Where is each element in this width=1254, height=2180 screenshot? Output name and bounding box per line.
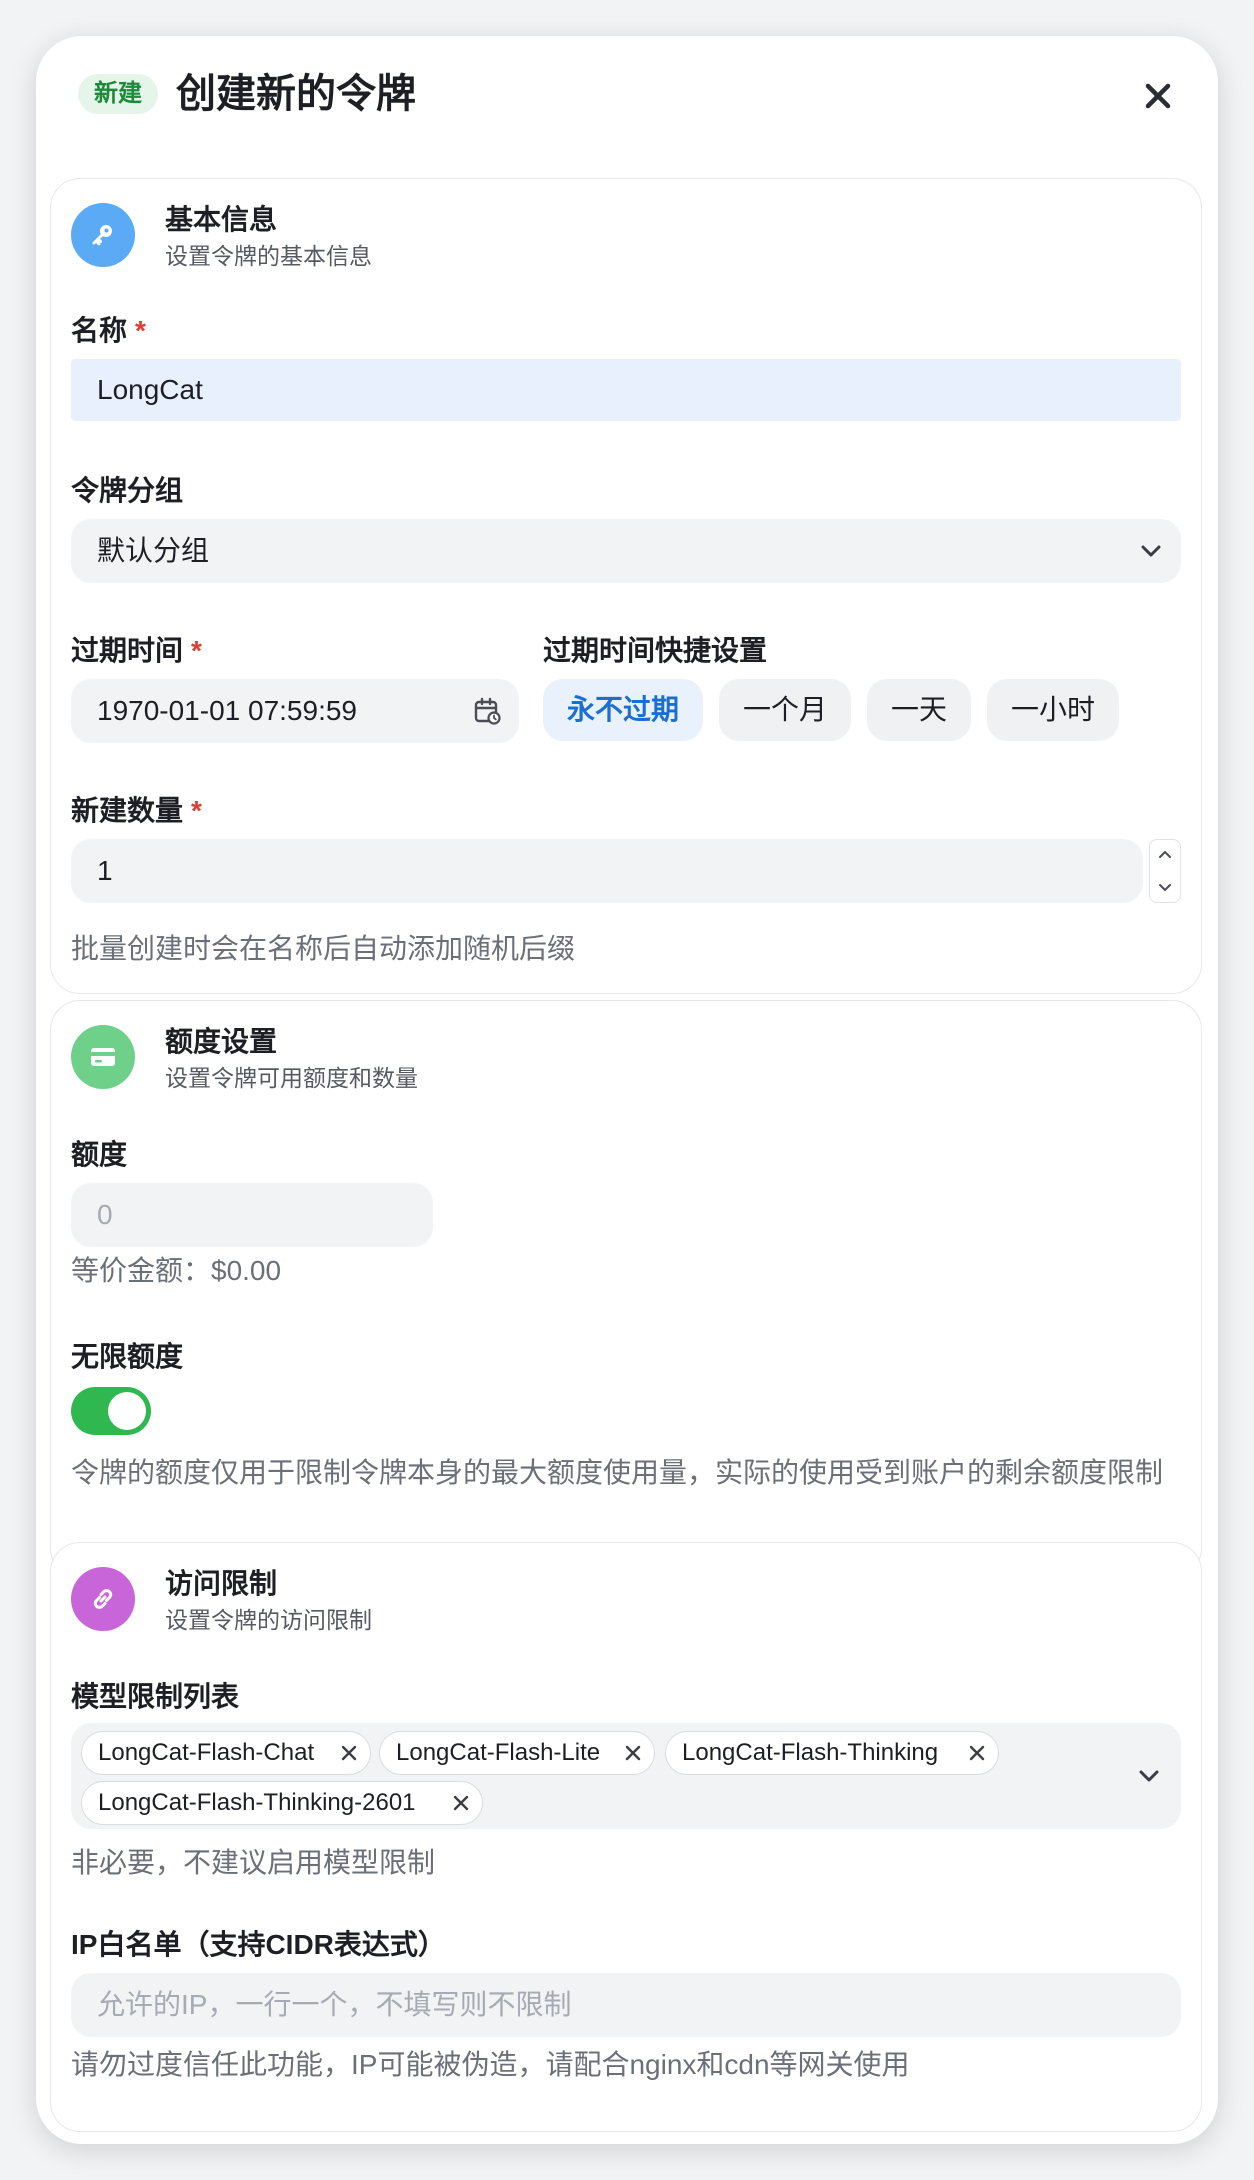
quota-label: 额度 xyxy=(71,1139,128,1170)
credit-card-icon xyxy=(71,1025,135,1089)
count-input[interactable]: 1 xyxy=(71,839,1143,903)
models-hint: 非必要，不建议启用模型限制 xyxy=(71,1847,436,1878)
chevron-up-icon[interactable] xyxy=(1156,846,1174,864)
group-label: 令牌分组 xyxy=(71,475,184,506)
expire-datetime-input[interactable]: 1970-01-01 07:59:59 xyxy=(71,679,519,743)
key-icon xyxy=(71,203,135,267)
stepper-icon[interactable] xyxy=(1149,839,1181,903)
unlimited-label: 无限额度 xyxy=(71,1341,184,1372)
one-day-button[interactable]: 一天 xyxy=(867,679,971,741)
equivalent-amount: 等价金额：$0.00 xyxy=(71,1255,282,1286)
close-small-icon[interactable] xyxy=(450,1792,472,1814)
model-tag: LongCat-Flash-Thinking-2601 xyxy=(81,1781,483,1825)
modal-title: 创建新的令牌 xyxy=(176,72,416,116)
model-tag: LongCat-Flash-Thinking xyxy=(665,1731,999,1775)
calendar-icon[interactable] xyxy=(473,697,501,725)
access-card: 访问限制 设置令牌的访问限制 模型限制列表 LongCat-Flash-Chat… xyxy=(50,1542,1202,2132)
create-token-modal: 新建 创建新的令牌 基本信息 设置令牌的基本信息 名称 * LongCat 令牌分… xyxy=(36,36,1218,2144)
close-small-icon[interactable] xyxy=(966,1742,988,1764)
expire-value: 1970-01-01 07:59:59 xyxy=(97,695,357,726)
close-small-icon[interactable] xyxy=(338,1742,360,1764)
count-label: 新建数量 * xyxy=(71,795,202,826)
basic-info-card: 基本信息 设置令牌的基本信息 名称 * LongCat 令牌分组 默认分组 过期时… xyxy=(50,178,1202,994)
link-icon xyxy=(71,1567,135,1631)
section-subtitle: 设置令牌可用额度和数量 xyxy=(165,1065,418,1091)
count-hint: 批量创建时会在名称后自动添加随机后缀 xyxy=(71,933,576,964)
ip-whitelist-label: IP白名单（支持CIDR表达式） xyxy=(71,1929,446,1960)
modal-header: 新建 创建新的令牌 xyxy=(36,36,1218,176)
model-tag: LongCat-Flash-Lite xyxy=(379,1731,655,1775)
ip-hint: 请勿过度信任此功能，IP可能被伪造，请配合nginx和cdn等网关使用 xyxy=(71,2049,910,2080)
one-month-button[interactable]: 一个月 xyxy=(719,679,851,741)
ip-whitelist-textarea[interactable]: 允许的IP，一行一个，不填写则不限制 xyxy=(71,1973,1181,2037)
models-label: 模型限制列表 xyxy=(71,1681,240,1712)
close-icon[interactable] xyxy=(1134,72,1182,120)
quota-input[interactable]: 0 xyxy=(71,1183,433,1247)
chevron-down-icon[interactable] xyxy=(1137,1764,1161,1788)
quick-expire-label: 过期时间快捷设置 xyxy=(543,635,768,666)
section-subtitle: 设置令牌的基本信息 xyxy=(165,243,372,269)
section-subtitle: 设置令牌的访问限制 xyxy=(165,1607,372,1633)
name-label: 名称 * xyxy=(71,315,146,346)
quota-card: 额度设置 设置令牌可用额度和数量 额度 0 等价金额：$0.00 无限额度 令牌… xyxy=(50,1000,1202,1578)
name-input[interactable]: LongCat xyxy=(71,359,1181,421)
group-select-value: 默认分组 xyxy=(97,535,210,566)
section-title: 额度设置 xyxy=(165,1026,278,1057)
new-badge: 新建 xyxy=(78,74,158,114)
chevron-down-icon[interactable] xyxy=(1156,878,1174,896)
toggle-knob xyxy=(108,1392,146,1430)
group-select[interactable]: 默认分组 xyxy=(71,519,1181,583)
model-tag: LongCat-Flash-Chat xyxy=(81,1731,371,1775)
models-multiselect[interactable]: LongCat-Flash-Chat LongCat-Flash-Lite Lo… xyxy=(71,1723,1181,1829)
chevron-down-icon xyxy=(1141,545,1161,557)
expire-label: 过期时间 * xyxy=(71,635,202,666)
close-small-icon[interactable] xyxy=(622,1742,644,1764)
unlimited-toggle[interactable] xyxy=(71,1387,151,1435)
section-title: 基本信息 xyxy=(165,204,278,235)
one-hour-button[interactable]: 一小时 xyxy=(987,679,1119,741)
never-expire-button[interactable]: 永不过期 xyxy=(543,679,703,741)
section-title: 访问限制 xyxy=(165,1568,278,1599)
unlimited-hint: 令牌的额度仅用于限制令牌本身的最大额度使用量，实际的使用受到账户的剩余额度限制 xyxy=(71,1457,1164,1488)
